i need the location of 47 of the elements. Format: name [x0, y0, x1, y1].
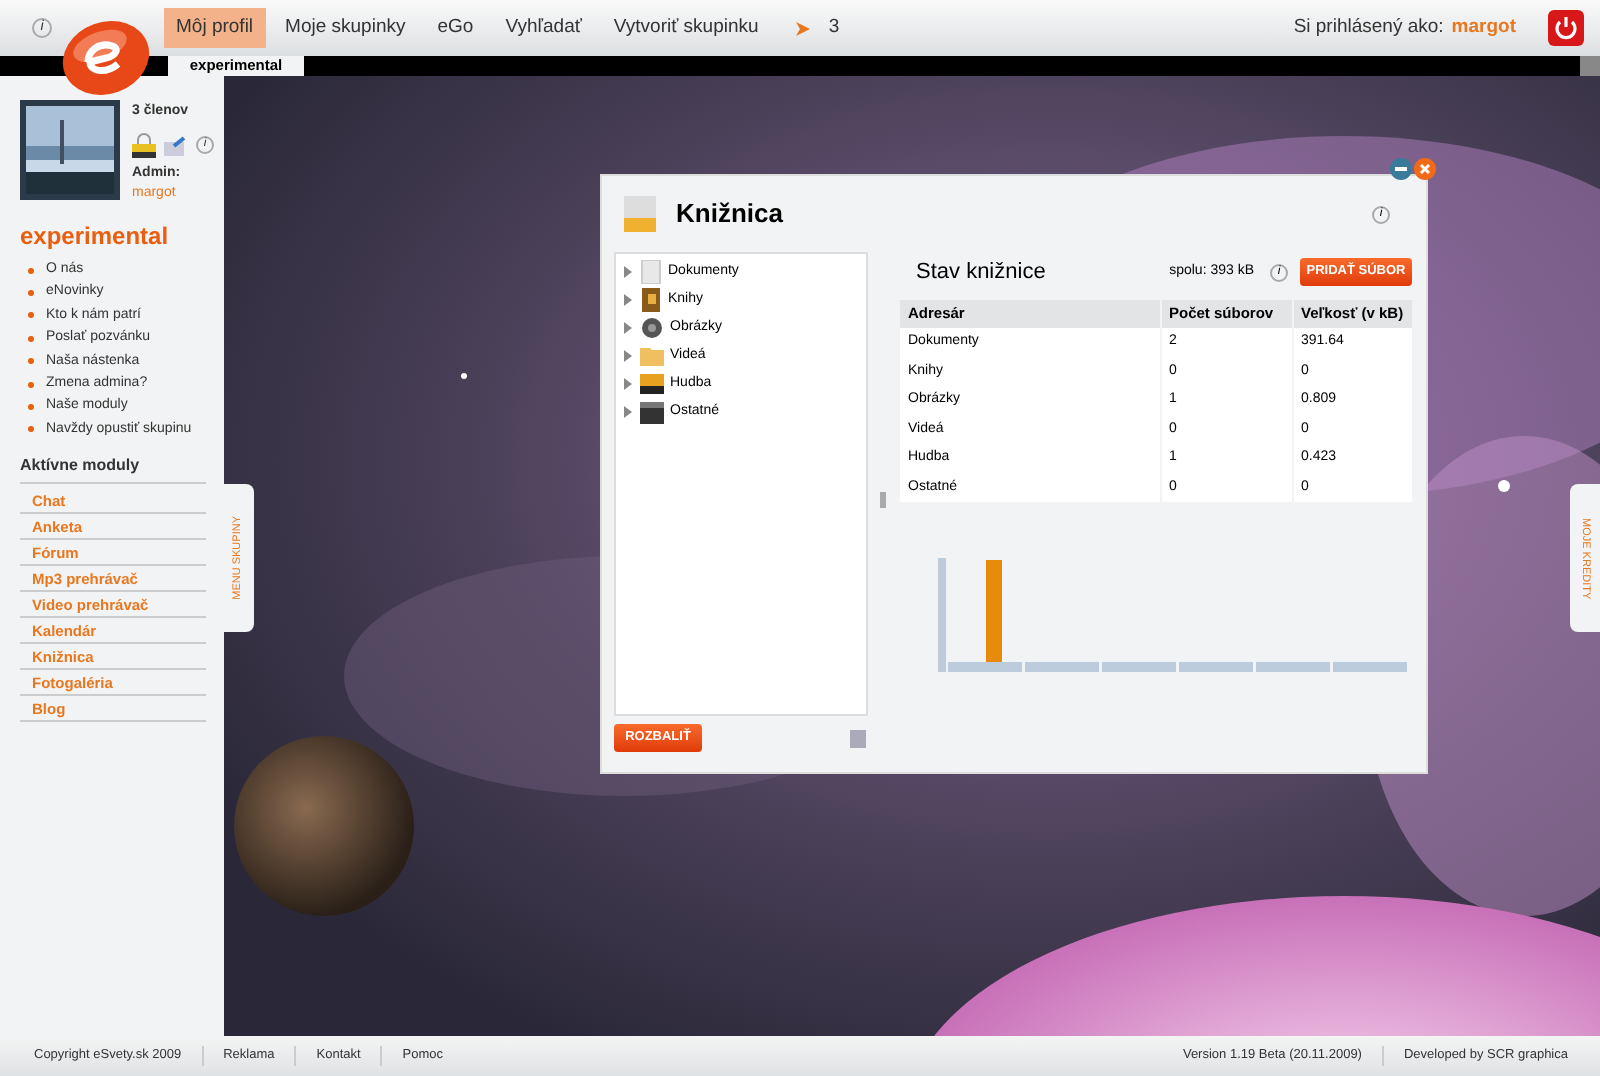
nav-link[interactable]: Vytvoriť skupinku [601, 7, 771, 49]
arrow-icon[interactable] [794, 19, 813, 37]
expand-arrow-icon[interactable] [624, 322, 632, 334]
bullet-icon [28, 267, 34, 274]
chart-bar-base [1025, 662, 1099, 672]
splitter-handle[interactable] [880, 492, 887, 508]
notification-count[interactable]: 3 [828, 13, 840, 43]
expand-arrow-icon[interactable] [624, 378, 632, 390]
chart-bar [986, 560, 1002, 662]
group-title: experimental [20, 219, 171, 253]
chart-axis [938, 558, 946, 672]
bullet-icon [28, 358, 34, 365]
bullet-icon [28, 335, 34, 342]
book-icon [640, 288, 662, 312]
minimize-icon[interactable] [1390, 158, 1412, 180]
chart-bar-base [1179, 662, 1253, 672]
bullet-icon [28, 290, 34, 297]
logged-in-label: Si prihlásený ako: [1293, 13, 1444, 42]
bullet-icon [28, 404, 34, 411]
expand-arrow-icon[interactable] [624, 406, 632, 418]
expand-arrow-icon[interactable] [624, 266, 632, 278]
folder-icon [640, 346, 664, 366]
clapperboard-icon [640, 401, 664, 423]
chart-bar-base [1102, 662, 1176, 672]
logo[interactable] [60, 18, 152, 98]
chart-bar-base [1256, 662, 1330, 672]
bullet-icon [28, 312, 34, 319]
bullet-icon [28, 426, 34, 433]
nav-link[interactable]: eGo [425, 7, 486, 49]
share-icon[interactable] [164, 133, 188, 155]
nav-link[interactable]: Moje skupinky [273, 7, 418, 49]
camera-icon [640, 316, 664, 340]
music-icon [640, 374, 664, 394]
expand-arrow-icon[interactable] [624, 350, 632, 362]
document-icon [640, 260, 662, 284]
nav-link[interactable]: Môj profil [164, 7, 266, 49]
bullet-icon [28, 381, 34, 388]
section-title: Stav knižnice [916, 257, 1046, 288]
power-icon[interactable] [1548, 10, 1584, 46]
close-icon[interactable] [1414, 158, 1436, 180]
section-heading: Aktívne moduly [20, 453, 206, 484]
nav-link[interactable]: Vyhľadať [493, 7, 594, 49]
lock-icon[interactable] [132, 131, 156, 157]
dialog-title: Knižnica [676, 196, 783, 233]
expand-arrow-icon[interactable] [624, 294, 632, 306]
chart-bar-base [948, 662, 1022, 672]
chart-bar-base [1333, 662, 1407, 672]
